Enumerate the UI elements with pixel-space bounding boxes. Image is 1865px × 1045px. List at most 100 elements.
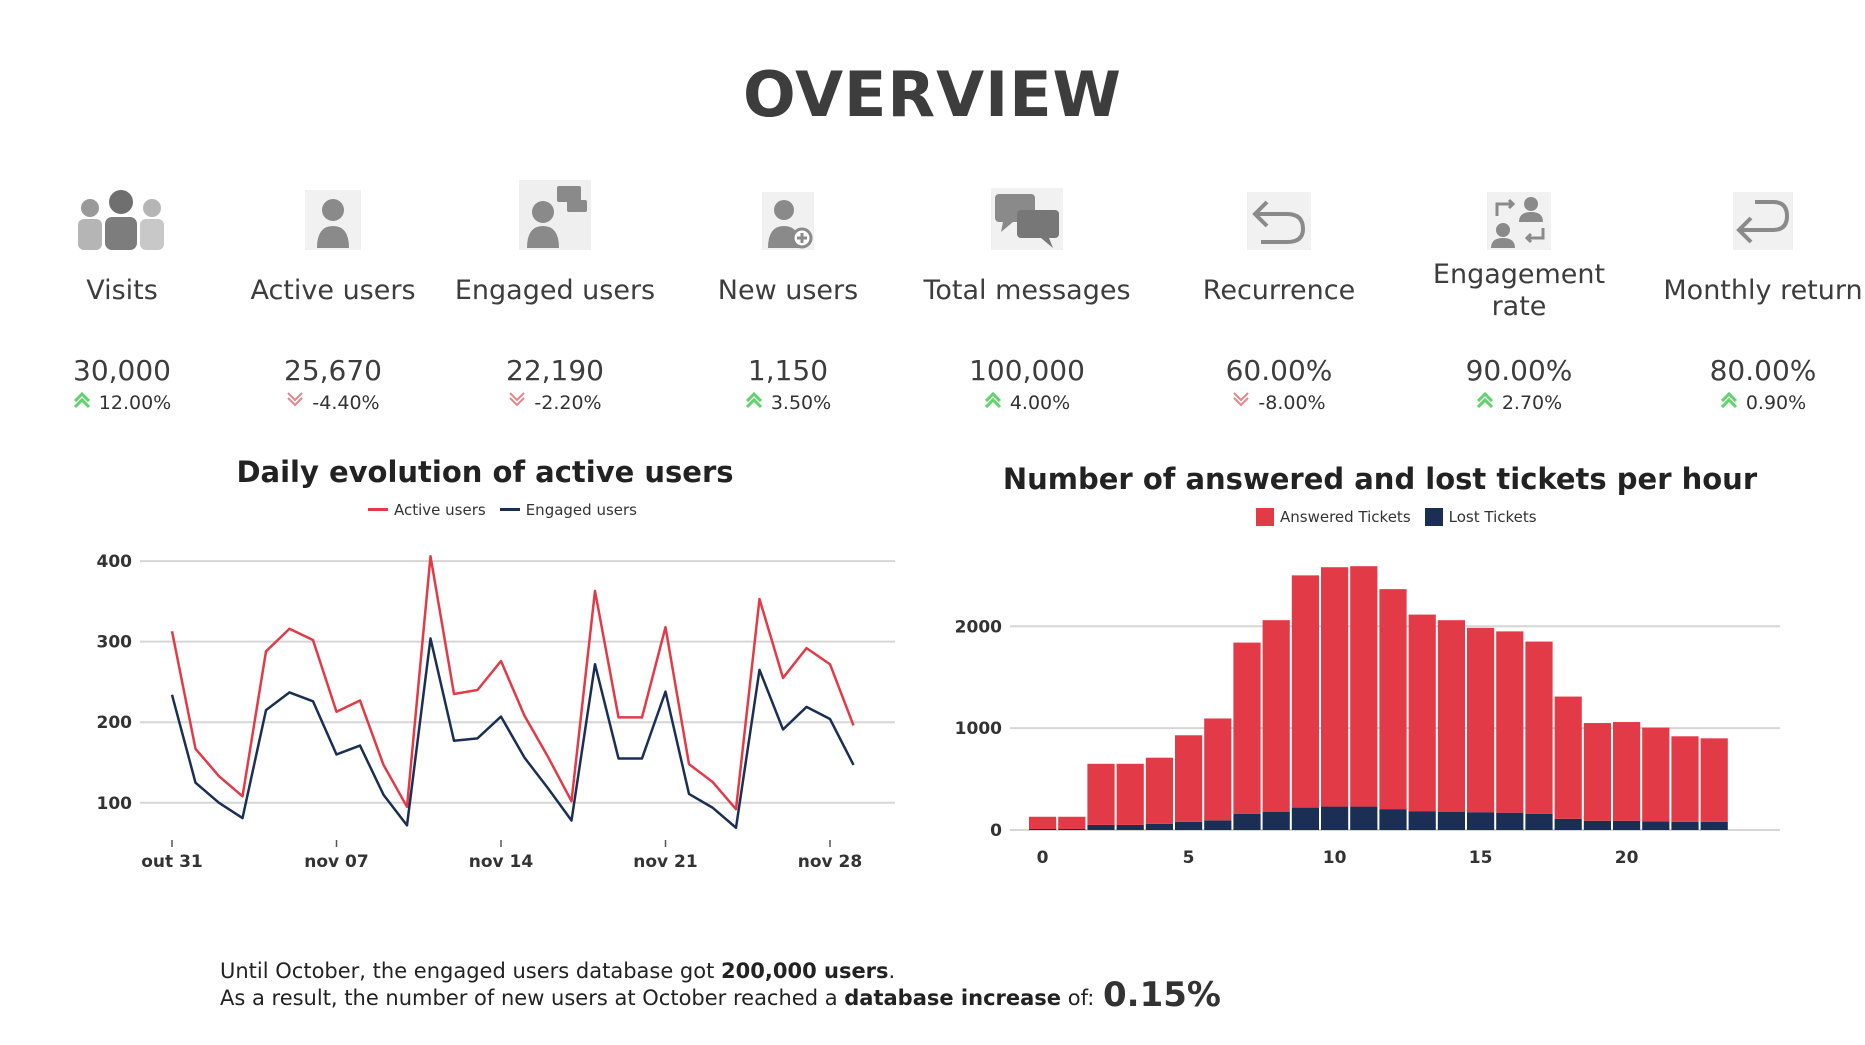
bar-lost-tickets [1583,820,1611,830]
bar-answered-tickets [1233,642,1261,814]
kpi-delta-value: 3.50% [770,391,832,414]
bar-lost-tickets [1642,821,1670,830]
y-tick-label: 400 [97,552,133,572]
kpi-label: Visits [86,275,158,306]
x-tick-label: out 31 [141,852,202,872]
kpi-value: 60.00% [1225,354,1333,387]
bar-lost-tickets [1058,828,1086,830]
kpi-value: 25,670 [284,354,382,387]
page-title: OVERVIEW [743,58,1122,131]
trend-up-icon [984,391,1002,414]
bar-answered-tickets [1145,757,1173,824]
kpi-engagement-rate: Engagement rate 90.00% 2.70% [1404,160,1634,414]
footer-line-1: Until October, the engaged users databas… [220,958,1094,985]
bar-answered-tickets [1291,575,1319,808]
kpi-visits: Visits 30,000 12.00% [7,160,237,414]
y-tick-label: 200 [97,713,133,733]
kpi-label: New users [717,275,859,306]
kpi-delta: 2.70% [1404,391,1634,414]
series-line-active-users [170,555,855,811]
bar-chart-title: Number of answered and lost tickets per … [1002,462,1758,496]
bar-lost-tickets [1233,813,1261,830]
bar-lost-tickets [1145,823,1173,830]
x-tick-label: 5 [1183,848,1195,868]
kpi-delta-value: 12.00% [98,391,172,414]
footer-line1-end: . [888,959,896,983]
bar-lost-tickets [1116,824,1144,830]
kpi-delta: -4.40% [218,391,448,414]
bar-answered-tickets [1554,696,1582,819]
legend-swatch-lost [1424,508,1443,526]
kpi-delta-value: -2.20% [534,391,602,414]
kpi-engaged-users: Engaged users 22,190 -2.20% [440,160,670,414]
x-tick-label: nov 07 [304,852,368,872]
undo-arrow-icon [1164,160,1394,250]
user-icon [218,160,448,250]
users-exchange-icon [1404,160,1634,250]
bar-answered-tickets [1496,631,1524,813]
x-tick-label: nov 28 [798,852,862,872]
legend-item-answered: Answered Tickets [1256,508,1411,526]
x-tick-label: 20 [1615,848,1639,868]
legend-label-engaged: Engaged users [525,501,637,519]
x-tick-label: 10 [1323,848,1347,868]
bar-lost-tickets [1350,806,1378,830]
bar-answered-tickets [1175,735,1203,822]
bar-answered-tickets [1204,718,1232,821]
trend-up-icon [1476,391,1494,414]
visitors-group-icon [7,160,237,250]
bar-answered-tickets [1700,738,1728,822]
legend-label-lost: Lost Tickets [1448,508,1537,526]
kpi-label: Active users [250,275,416,306]
trend-down-icon [286,391,304,414]
footer-line1-text: Until October, the engaged users databas… [220,959,722,983]
bar-answered-tickets [1437,620,1465,812]
bar-lost-tickets [1379,809,1407,830]
bar-lost-tickets [1554,818,1582,830]
kpi-value: 90.00% [1465,354,1573,387]
x-tick-label: 0 [1037,848,1049,868]
legend-swatch-active [368,508,388,511]
bar-answered-tickets [1350,566,1378,807]
bar-lost-tickets [1408,811,1436,830]
legend-item-engaged: Engaged users [499,501,637,519]
kpi-value: 100,000 [969,354,1085,387]
kpi-delta: 4.00% [912,391,1142,414]
kpi-delta: 12.00% [7,391,237,414]
kpi-delta: -2.20% [440,391,670,414]
kpi-label: Engaged users [454,275,656,306]
y-tick-label: 300 [97,633,133,653]
bar-answered-tickets [1613,722,1641,821]
line-chart-legend: Active users Engaged users [368,501,637,519]
bar-lost-tickets [1700,821,1728,830]
kpi-monthly-return: Monthly return 80.00% 0.90% [1648,160,1865,414]
bar-answered-tickets [1116,763,1144,825]
bar-lost-tickets [1087,824,1115,830]
y-tick-label: 1000 [955,719,1002,739]
kpi-delta-value: -8.00% [1258,391,1326,414]
kpi-delta-value: 2.70% [1501,391,1563,414]
kpi-label: Monthly return [1663,275,1863,306]
kpi-delta: -8.00% [1164,391,1394,414]
trend-up-icon [745,391,763,414]
bar-lost-tickets [1467,812,1495,830]
trend-down-icon [508,391,526,414]
kpi-new-users: New users 1,150 3.50% [673,160,903,414]
footer-line2-bold: database increase [844,986,1062,1010]
user-chat-icon [440,160,670,250]
y-tick-label: 0 [990,821,1002,841]
line-chart-title: Daily evolution of active users [236,455,734,489]
legend-item-lost: Lost Tickets [1424,508,1537,526]
kpi-value: 30,000 [73,354,171,387]
kpi-value: 22,190 [506,354,604,387]
messages-icon [912,160,1142,250]
kpi-label: Recurrence [1202,275,1356,306]
bar-lost-tickets [1175,821,1203,830]
kpi-delta-value: 0.90% [1745,391,1807,414]
bar-answered-tickets [1087,763,1115,825]
bar-chart-legend: Answered Tickets Lost Tickets [1256,508,1537,526]
bar-lost-tickets [1496,812,1524,830]
add-user-icon [673,160,903,250]
bar-answered-tickets [1408,614,1436,812]
footer-line2-text: As a result, the number of new users at … [220,986,845,1010]
